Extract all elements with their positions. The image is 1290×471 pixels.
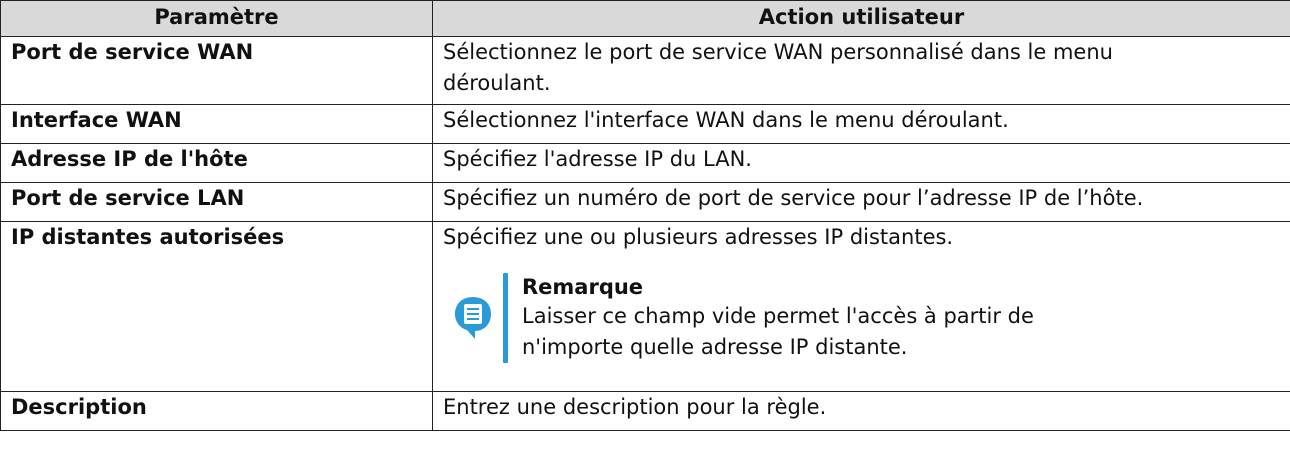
row-wan-service-port-name: Port de service WAN	[0, 36, 433, 105]
note-body: Remarque Laisser ce champ vide permet l'…	[522, 273, 1034, 363]
row-wan-interface-action: Sélectionnez l'interface WAN dans le men…	[432, 104, 1290, 144]
row-host-ip-name: Adresse IP de l'hôte	[0, 143, 433, 183]
note-text-line2: n'importe quelle adresse IP distante.	[522, 335, 908, 359]
table-row: Port de service LAN Spécifiez un numéro …	[0, 182, 1290, 222]
table-row: Description Entrez une description pour …	[0, 391, 1290, 431]
row-allowed-remote-ip-action: Spécifiez une ou plusieurs adresses IP d…	[432, 221, 1290, 392]
table-header-row: Paramètre Action utilisateur	[0, 0, 1290, 37]
action-text-line1: Sélectionnez le port de service WAN pers…	[443, 40, 1113, 64]
table-row: Interface WAN Sélectionnez l'interface W…	[0, 104, 1290, 144]
action-text: Spécifiez une ou plusieurs adresses IP d…	[443, 225, 954, 249]
header-parameter: Paramètre	[0, 0, 433, 37]
header-user-action: Action utilisateur	[432, 0, 1290, 37]
row-description-name: Description	[0, 391, 433, 431]
row-lan-service-port-name: Port de service LAN	[0, 182, 433, 222]
row-allowed-remote-ip-name: IP distantes autorisées	[0, 221, 433, 392]
note-icon-container	[443, 273, 503, 363]
table-row: Adresse IP de l'hôte Spécifiez l'adresse…	[0, 143, 1290, 183]
note-title: Remarque	[522, 275, 644, 299]
table-row: Port de service WAN Sélectionnez le port…	[0, 36, 1290, 105]
action-text-line2: déroulant.	[443, 71, 551, 95]
parameter-table: Paramètre Action utilisateur Port de ser…	[0, 0, 1290, 431]
row-description-action: Entrez une description pour la règle.	[432, 391, 1290, 431]
note-accent-bar	[503, 273, 508, 363]
note-icon	[455, 297, 491, 339]
row-host-ip-action: Spécifiez l'adresse IP du LAN.	[432, 143, 1290, 183]
note-callout: Remarque Laisser ce champ vide permet l'…	[443, 273, 1280, 363]
row-lan-service-port-action: Spécifiez un numéro de port de service p…	[432, 182, 1290, 222]
note-text-line1: Laisser ce champ vide permet l'accès à p…	[522, 304, 1034, 328]
row-wan-service-port-action: Sélectionnez le port de service WAN pers…	[432, 36, 1290, 105]
table-row: IP distantes autorisées Spécifiez une ou…	[0, 221, 1290, 392]
row-wan-interface-name: Interface WAN	[0, 104, 433, 144]
